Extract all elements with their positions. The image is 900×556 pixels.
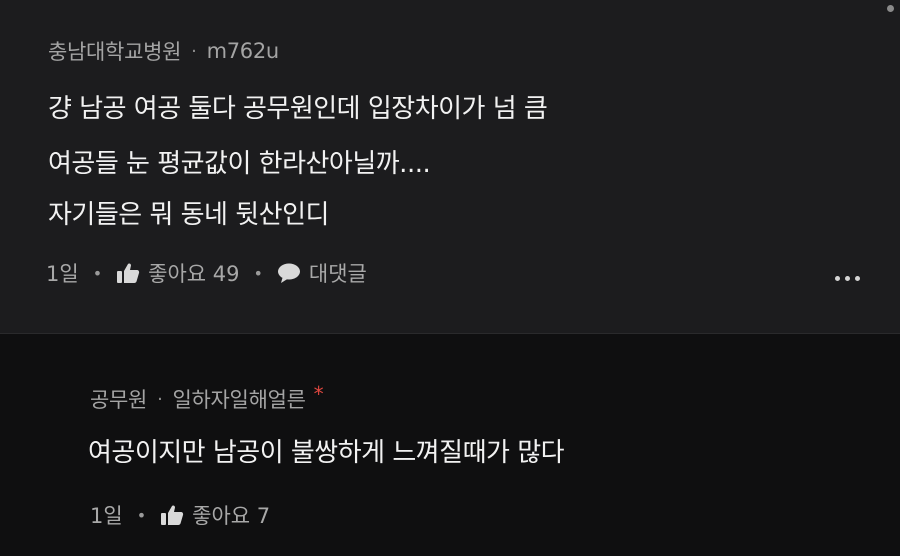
speech-bubble-icon (277, 262, 301, 284)
reply-time: 1일 (90, 504, 123, 528)
thumbs-up-icon (160, 504, 184, 526)
author-marker: * (313, 382, 324, 406)
meta-separator: · (157, 388, 163, 410)
comment-author[interactable]: 충남대학교병원 (48, 36, 181, 66)
action-separator: • (136, 505, 147, 525)
comment-reply-label: 대댓글 (308, 262, 367, 286)
comment-reply-button[interactable]: 대댓글 (277, 258, 367, 288)
reply-actions: 1일 • 좋아요 7 (90, 500, 270, 530)
comment-nickname[interactable]: m762u (207, 39, 280, 63)
comment-like-label: 좋아요 49 (148, 262, 240, 286)
comment-line-1: 걍 남공 여공 둘다 공무원인데 입장차이가 넘 큼 (48, 94, 548, 124)
reply-nickname[interactable]: 일하자일해얼른 (172, 384, 305, 414)
reply-like-button[interactable]: 좋아요 7 (160, 500, 270, 530)
more-options-button[interactable] (835, 276, 860, 281)
thumbs-up-icon (116, 262, 140, 284)
comment-like-button[interactable]: 좋아요 49 (116, 258, 239, 288)
action-separator: • (92, 263, 103, 283)
comment-meta: 충남대학교병원 · m762u (48, 36, 279, 66)
meta-separator: · (191, 40, 197, 62)
more-horizontal-icon (835, 276, 840, 281)
comment-line-3: 자기들은 뭐 동네 뒷산인디 (48, 200, 329, 230)
comment-card: 충남대학교병원 · m762u 걍 남공 여공 둘다 공무원인데 입장차이가 넘… (0, 0, 900, 334)
comment-actions: 1일 • 좋아요 49 • 대댓글 (46, 258, 367, 288)
status-dot (887, 5, 894, 12)
reply-like-label: 좋아요 7 (192, 504, 271, 528)
action-separator: • (253, 263, 263, 283)
comment-line-2: 여공들 눈 평균값이 한라산아닐까.... (48, 149, 431, 179)
comment-time: 1일 (46, 262, 79, 286)
reply-meta: 공무원 · 일하자일해얼른 * (90, 382, 324, 414)
reply-line-1: 여공이지만 남공이 불쌍하게 느껴질때가 많다 (88, 438, 565, 468)
screen: 충남대학교병원 · m762u 걍 남공 여공 둘다 공무원인데 입장차이가 넘… (0, 0, 900, 556)
reply-author[interactable]: 공무원 (90, 384, 147, 414)
